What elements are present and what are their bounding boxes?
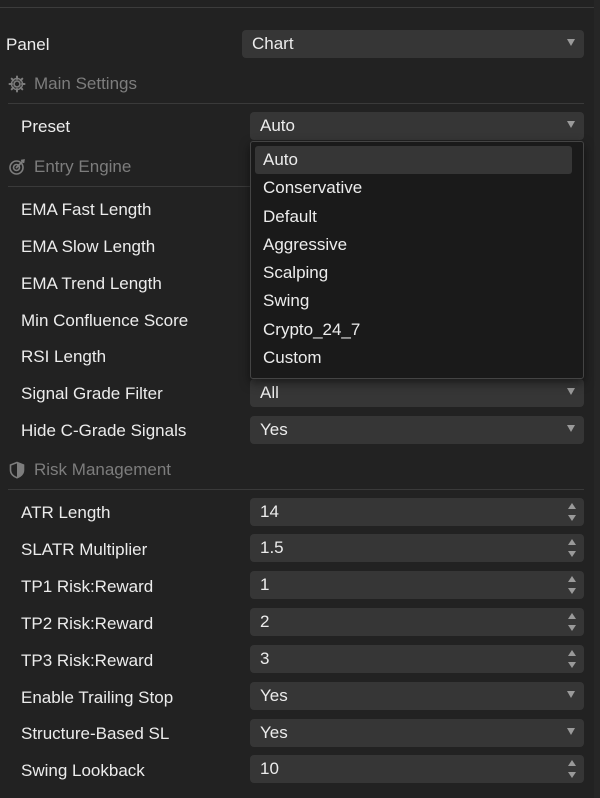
hide-c-grade-label: Hide C-Grade Signals bbox=[21, 421, 187, 440]
spinner-icon[interactable] bbox=[568, 502, 576, 522]
swing-lookback-value: 10 bbox=[260, 759, 279, 778]
preset-dropdown-menu: Auto Conservative Default Aggressive Sca… bbox=[250, 141, 584, 379]
atr-length-value: 14 bbox=[260, 502, 279, 521]
trailing-stop-select[interactable]: Yes bbox=[250, 682, 584, 710]
tp2-label: TP2 Risk:Reward bbox=[21, 614, 154, 633]
chevron-down-icon bbox=[567, 121, 575, 128]
tp2-input[interactable]: 2 bbox=[250, 608, 584, 636]
preset-select[interactable]: Auto bbox=[250, 112, 584, 140]
spinner-icon[interactable] bbox=[568, 575, 576, 595]
preset-option[interactable]: Scalping bbox=[255, 259, 572, 287]
trailing-stop-value: Yes bbox=[260, 686, 288, 705]
panel-label: Panel bbox=[6, 35, 50, 54]
panel-select-value: Chart bbox=[252, 34, 294, 53]
tp2-value: 2 bbox=[260, 612, 270, 631]
hide-c-grade-value: Yes bbox=[260, 420, 288, 439]
preset-select-value: Auto bbox=[260, 116, 295, 135]
spinner-icon[interactable] bbox=[568, 649, 576, 669]
tp3-input[interactable]: 3 bbox=[250, 645, 584, 673]
preset-option[interactable]: Swing bbox=[255, 287, 572, 315]
structure-sl-label: Structure-Based SL bbox=[21, 724, 170, 743]
tp1-value: 1 bbox=[260, 575, 270, 594]
preset-option[interactable]: Default bbox=[255, 203, 572, 231]
atr-length-label: ATR Length bbox=[21, 503, 111, 522]
trailing-stop-label: Enable Trailing Stop bbox=[21, 688, 174, 707]
signal-grade-value: All bbox=[260, 383, 279, 402]
atr-length-input[interactable]: 14 bbox=[250, 498, 584, 526]
preset-option[interactable]: Crypto_24_7 bbox=[255, 316, 572, 344]
section-main-settings: Main Settings bbox=[8, 71, 584, 104]
structure-sl-value: Yes bbox=[260, 723, 288, 742]
section-title: Risk Management bbox=[34, 460, 172, 479]
spinner-icon[interactable] bbox=[568, 538, 576, 558]
top-divider bbox=[0, 7, 600, 8]
chevron-down-icon bbox=[567, 425, 575, 432]
spinner-icon[interactable] bbox=[568, 612, 576, 632]
signal-grade-label: Signal Grade Filter bbox=[21, 384, 163, 403]
sl-atr-value: 1.5 bbox=[260, 538, 284, 557]
sl-atr-label: SLATR Multiplier bbox=[21, 540, 148, 559]
spinner-icon[interactable] bbox=[568, 759, 576, 779]
preset-option[interactable]: Custom bbox=[255, 344, 572, 372]
preset-option[interactable]: Auto bbox=[255, 146, 572, 175]
tp1-input[interactable]: 1 bbox=[250, 571, 584, 599]
swing-lookback-input[interactable]: 10 bbox=[250, 755, 584, 783]
gear-icon bbox=[8, 75, 26, 93]
target-icon bbox=[9, 159, 25, 175]
min-confluence-label: Min Confluence Score bbox=[21, 311, 189, 330]
section-title: Entry Engine bbox=[34, 157, 132, 176]
ema-fast-label: EMA Fast Length bbox=[21, 200, 152, 219]
tp3-label: TP3 Risk:Reward bbox=[21, 651, 154, 670]
chevron-down-icon bbox=[567, 39, 575, 46]
tp1-label: TP1 Risk:Reward bbox=[21, 577, 154, 596]
scrollbar-track[interactable] bbox=[594, 0, 600, 798]
chevron-down-icon bbox=[567, 728, 575, 735]
section-title: Main Settings bbox=[34, 74, 137, 93]
signal-grade-select[interactable]: All bbox=[250, 379, 584, 407]
structure-sl-select[interactable]: Yes bbox=[250, 719, 584, 747]
preset-option[interactable]: Conservative bbox=[255, 174, 572, 202]
preset-label: Preset bbox=[21, 117, 71, 136]
tp3-value: 3 bbox=[260, 649, 270, 668]
rsi-length-label: RSI Length bbox=[21, 347, 107, 366]
shield-icon bbox=[9, 461, 25, 479]
panel-select[interactable]: Chart bbox=[242, 30, 584, 58]
swing-lookback-label: Swing Lookback bbox=[21, 761, 145, 780]
sl-atr-input[interactable]: 1.5 bbox=[250, 534, 584, 562]
chevron-down-icon bbox=[567, 691, 575, 698]
hide-c-grade-select[interactable]: Yes bbox=[250, 416, 584, 444]
chevron-down-icon bbox=[567, 388, 575, 395]
section-divider bbox=[8, 489, 584, 490]
ema-trend-label: EMA Trend Length bbox=[21, 274, 162, 293]
section-divider bbox=[8, 103, 584, 104]
preset-option[interactable]: Aggressive bbox=[255, 231, 572, 259]
ema-slow-label: EMA Slow Length bbox=[21, 237, 156, 256]
section-risk-management: Risk Management bbox=[8, 457, 584, 490]
